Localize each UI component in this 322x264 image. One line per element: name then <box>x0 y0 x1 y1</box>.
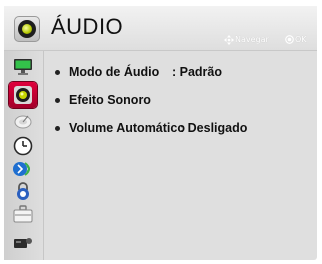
sidebar-item-network[interactable] <box>12 159 34 179</box>
sidebar-item-time[interactable] <box>12 136 34 156</box>
sidebar-item-input[interactable] <box>12 232 34 252</box>
bullet <box>55 70 60 75</box>
setting-row-sound-mode[interactable]: Modo de Áudio : Padrão <box>44 65 317 87</box>
clock-icon <box>13 136 33 156</box>
speaker-icon <box>14 16 40 42</box>
ok-button-icon <box>285 35 294 44</box>
bullet <box>55 98 60 103</box>
navigate-arrows-icon <box>224 35 234 45</box>
bullet <box>55 126 60 131</box>
setting-value: : Desligado <box>180 121 248 135</box>
sidebar-item-picture[interactable] <box>12 57 34 77</box>
satellite-dish-icon <box>14 115 32 129</box>
settings-list: Modo de Áudio : Padrão Efeito Sonoro Vol… <box>44 51 317 260</box>
setting-label: Modo de Áudio <box>69 65 160 79</box>
header-bar: ÁUDIO Navegar OK <box>4 6 317 51</box>
briefcase-icon <box>13 205 33 223</box>
sidebar-item-lock[interactable] <box>12 181 34 201</box>
setting-value: : Padrão <box>172 65 223 79</box>
device-icon <box>14 238 32 248</box>
speaker-icon <box>14 86 32 104</box>
sidebar-item-audio[interactable] <box>9 82 37 108</box>
sidebar-item-options[interactable] <box>12 204 34 224</box>
audio-settings-window: ÁUDIO Navegar OK Modo de Áudio: Padrão … <box>4 6 317 260</box>
sidebar-item-channels[interactable] <box>12 112 34 132</box>
ok-hint: OK <box>295 35 307 44</box>
setting-row-sound-effect[interactable]: Efeito Sonoro <box>44 93 317 115</box>
monitor-icon <box>14 59 32 75</box>
setting-label: Efeito Sonoro <box>69 93 151 107</box>
page-title: ÁUDIO <box>51 14 124 39</box>
category-sidebar <box>4 51 44 260</box>
navigate-hint: Navegar <box>235 35 269 44</box>
network-icon <box>13 162 30 176</box>
setting-label: Volume Automático <box>69 121 185 135</box>
setting-row-auto-volume[interactable]: Volume Automático : Desligado <box>44 121 317 143</box>
lock-icon <box>17 182 29 200</box>
